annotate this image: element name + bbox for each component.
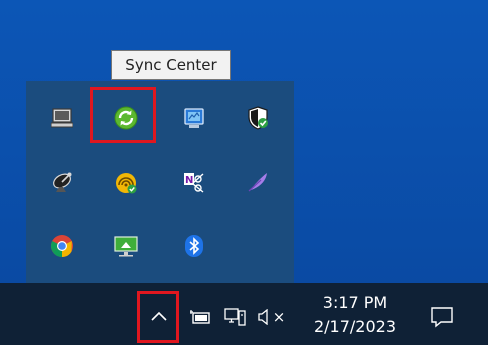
taskbar-clock[interactable]: 3:17 PM 2/17/2023 [300, 291, 410, 341]
svg-text:N: N [185, 175, 193, 186]
tray-item-bluetooth[interactable] [164, 217, 224, 275]
clock-date: 2/17/2023 [313, 317, 397, 336]
remote-display-icon [114, 236, 138, 257]
tray-item-satellite-dish[interactable] [32, 153, 92, 211]
sync-center-highlight [90, 87, 156, 143]
clock-time: 3:17 PM [322, 293, 388, 312]
volume-muted-mark: × [272, 308, 286, 326]
tray-item-chrome[interactable] [32, 217, 92, 275]
tray-item-remote-display[interactable] [96, 217, 156, 275]
tray-item-laptop[interactable] [32, 89, 92, 147]
chrome-icon [51, 235, 73, 257]
network-icon [224, 308, 246, 326]
tray-overflow-flyout: N [26, 81, 294, 283]
bluetooth-icon [185, 235, 203, 257]
tray-item-windows-security[interactable] [228, 89, 288, 147]
tooltip-text: Sync Center [125, 56, 217, 74]
tray-item-onenote-clipper[interactable]: N [164, 153, 224, 211]
notification-icon [431, 307, 453, 328]
feather-icon [248, 173, 267, 192]
windows-security-icon [248, 106, 268, 130]
satellite-dish-icon [53, 172, 72, 192]
laptop-icon [51, 108, 73, 128]
wireless-signal-icon [116, 173, 137, 194]
battery-button[interactable] [186, 305, 214, 329]
network-monitor-icon [184, 108, 204, 128]
onenote-clipper-icon: N [184, 173, 204, 193]
tray-item-network-monitor[interactable] [164, 89, 224, 147]
network-button[interactable] [221, 304, 249, 330]
tooltip: Sync Center [111, 50, 231, 80]
speaker-muted-icon [258, 309, 268, 325]
show-hidden-icons-highlight [137, 291, 179, 343]
tray-item-wireless-signal[interactable] [96, 153, 156, 211]
tray-item-feather[interactable] [228, 153, 288, 211]
battery-plug-icon [190, 310, 210, 324]
volume-button[interactable]: × [254, 304, 288, 330]
action-center-button[interactable] [424, 300, 460, 334]
